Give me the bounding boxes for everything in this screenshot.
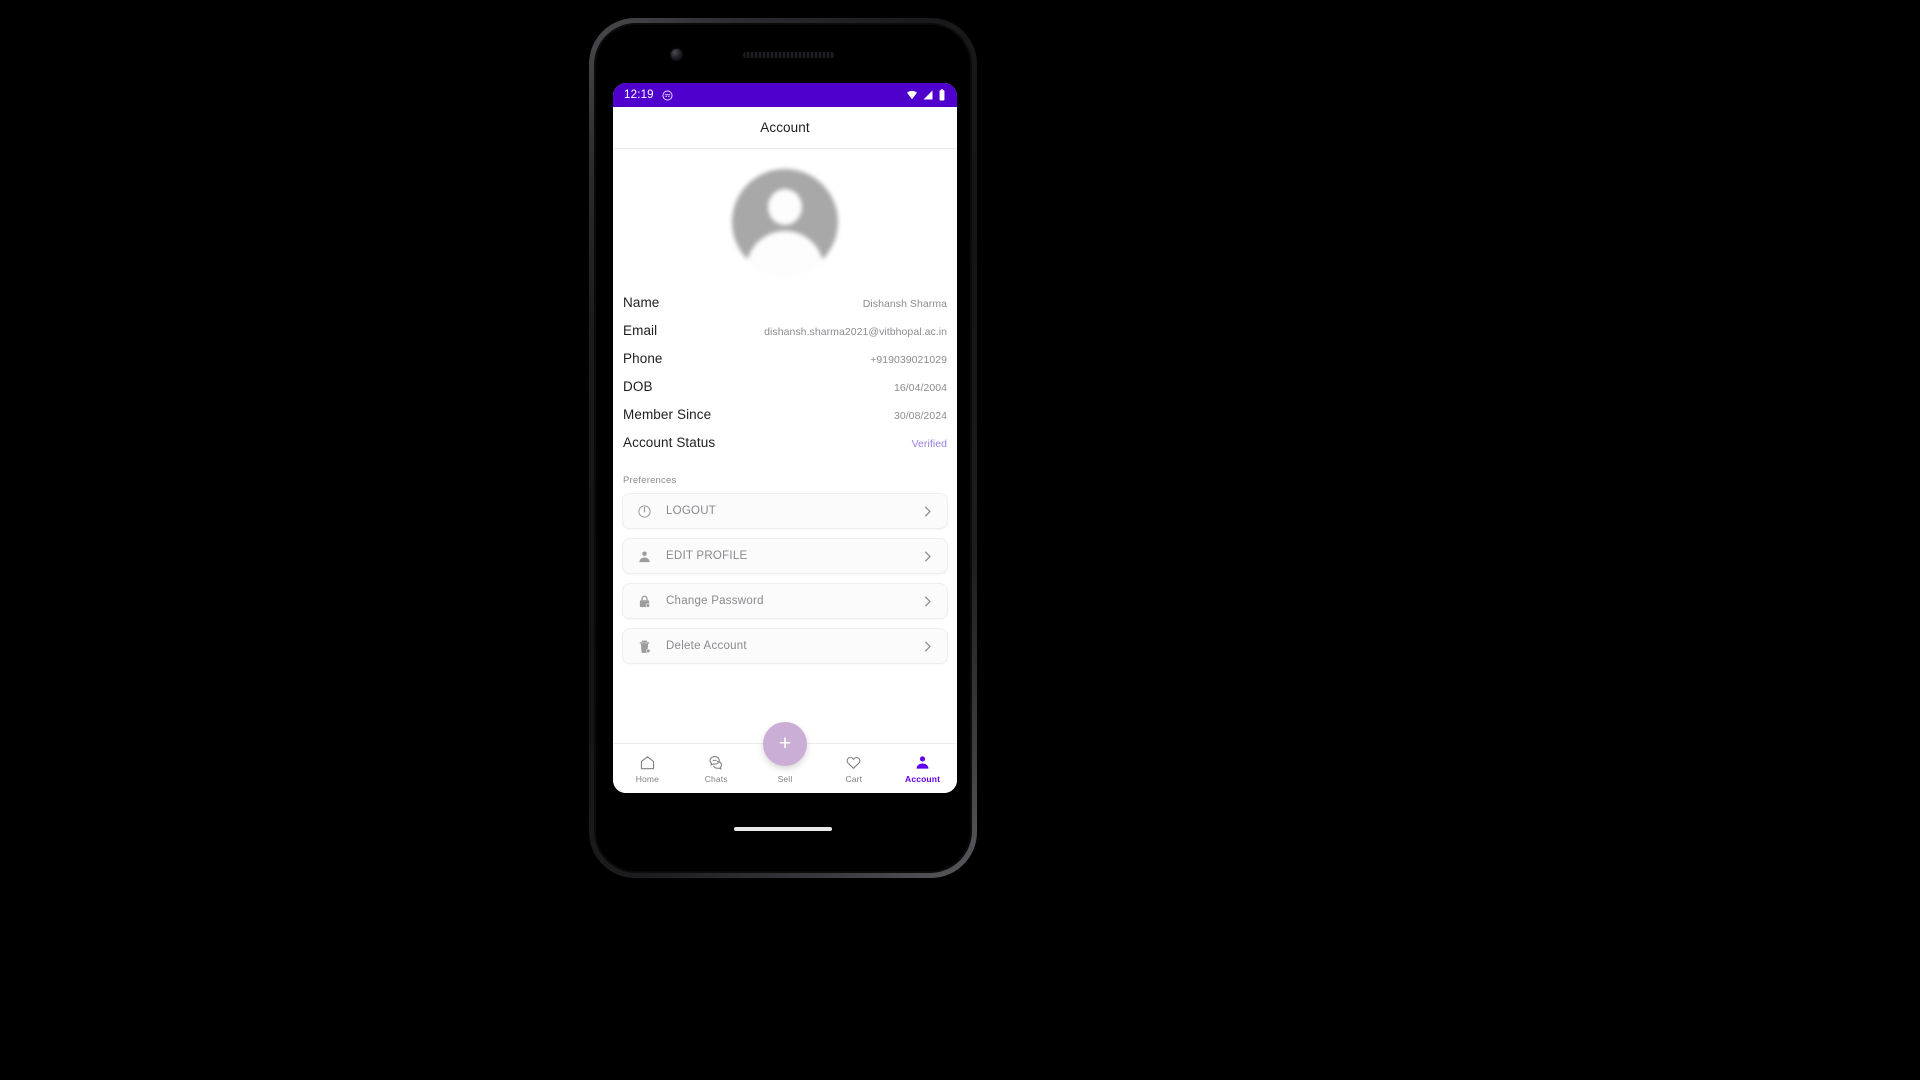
trash-icon xyxy=(636,638,653,655)
avatar-head-shape xyxy=(768,189,802,225)
account-icon xyxy=(914,754,931,771)
detail-label: Name xyxy=(623,295,660,310)
detail-label: DOB xyxy=(623,379,653,394)
earpiece-speaker-icon xyxy=(743,52,835,58)
nav-label: Account xyxy=(905,773,941,784)
detail-row-member-since: Member Since 30/08/2024 xyxy=(623,403,947,431)
sell-fab-button[interactable]: + xyxy=(763,722,807,766)
phone-screen: 12:19 Account Name Dishansh Sharma Email… xyxy=(613,83,957,793)
plus-icon: + xyxy=(778,731,792,755)
preference-item-change-password[interactable]: Change Password xyxy=(622,583,948,619)
detail-label: Account Status xyxy=(623,435,716,450)
detail-row-account-status: Account Status Verified xyxy=(623,431,947,459)
screenshot-stage: 12:19 Account Name Dishansh Sharma Email… xyxy=(0,0,1920,1080)
account-content: Name Dishansh Sharma Email dishansh.shar… xyxy=(613,149,957,743)
avatar-body-shape xyxy=(746,231,824,275)
detail-row-dob: DOB 16/04/2004 xyxy=(623,375,947,403)
detail-row-name: Name Dishansh Sharma xyxy=(623,291,947,319)
emoji-face-icon xyxy=(662,90,673,101)
status-bar-clock: 12:19 xyxy=(624,89,654,101)
chat-icon xyxy=(708,754,725,771)
status-bar-left: 12:19 xyxy=(624,89,673,101)
front-camera-icon xyxy=(671,49,682,60)
phone-device-frame: 12:19 Account Name Dishansh Sharma Email… xyxy=(589,18,977,878)
detail-label: Phone xyxy=(623,351,663,366)
preference-label: LOGOUT xyxy=(666,505,717,517)
detail-value: Dishansh Sharma xyxy=(862,298,947,310)
preferences-heading: Preferences xyxy=(623,475,677,486)
chevron-right-icon xyxy=(920,594,935,609)
power-icon xyxy=(636,503,653,520)
detail-value: 30/08/2024 xyxy=(893,410,947,422)
preference-label: EDIT PROFILE xyxy=(666,550,748,562)
nav-label: Cart xyxy=(845,773,863,784)
preference-item-delete-account[interactable]: Delete Account xyxy=(622,628,948,664)
preference-label: Delete Account xyxy=(666,640,747,652)
battery-icon xyxy=(938,89,946,101)
profile-details-list: Name Dishansh Sharma Email dishansh.shar… xyxy=(622,291,948,459)
chevron-right-icon xyxy=(920,639,935,654)
home-icon xyxy=(639,754,656,771)
detail-row-email: Email dishansh.sharma2021@vitbhopal.ac.i… xyxy=(623,319,947,347)
status-badge: Verified xyxy=(911,438,947,450)
wifi-icon xyxy=(906,89,918,101)
detail-value: +919039021029 xyxy=(870,354,947,366)
app-bar: Account xyxy=(613,107,957,149)
heart-icon xyxy=(845,754,862,771)
nav-item-chats[interactable]: Chats xyxy=(682,744,751,793)
detail-value: 16/04/2004 xyxy=(893,382,947,394)
home-gesture-indicator[interactable] xyxy=(734,827,832,831)
status-bar-right xyxy=(906,89,946,101)
nav-label: Sell xyxy=(777,773,793,784)
detail-row-phone: Phone +919039021029 xyxy=(623,347,947,375)
nav-label: Home xyxy=(635,773,660,784)
preference-item-edit-profile[interactable]: EDIT PROFILE xyxy=(622,538,948,574)
chevron-right-icon xyxy=(920,549,935,564)
phone-bezel: 12:19 Account Name Dishansh Sharma Email… xyxy=(594,23,972,873)
avatar[interactable] xyxy=(732,169,838,275)
preference-label: Change Password xyxy=(666,595,764,607)
cellular-signal-icon xyxy=(922,89,934,101)
detail-value: dishansh.sharma2021@vitbhopal.ac.in xyxy=(764,326,947,338)
detail-label: Member Since xyxy=(623,407,712,422)
lock-icon xyxy=(636,593,653,610)
page-title: Account xyxy=(760,120,810,135)
detail-label: Email xyxy=(623,323,658,338)
nav-item-cart[interactable]: Cart xyxy=(819,744,888,793)
person-icon xyxy=(636,548,653,565)
avatar-container xyxy=(622,149,948,291)
bottom-navigation-bar: + Home Chats Sell Cart Account xyxy=(613,722,957,793)
nav-label: Chats xyxy=(704,773,728,784)
nav-item-home[interactable]: Home xyxy=(613,744,682,793)
preference-item-logout[interactable]: LOGOUT xyxy=(622,493,948,529)
status-bar: 12:19 xyxy=(613,83,957,107)
nav-item-account[interactable]: Account xyxy=(888,744,957,793)
chevron-right-icon xyxy=(920,504,935,519)
